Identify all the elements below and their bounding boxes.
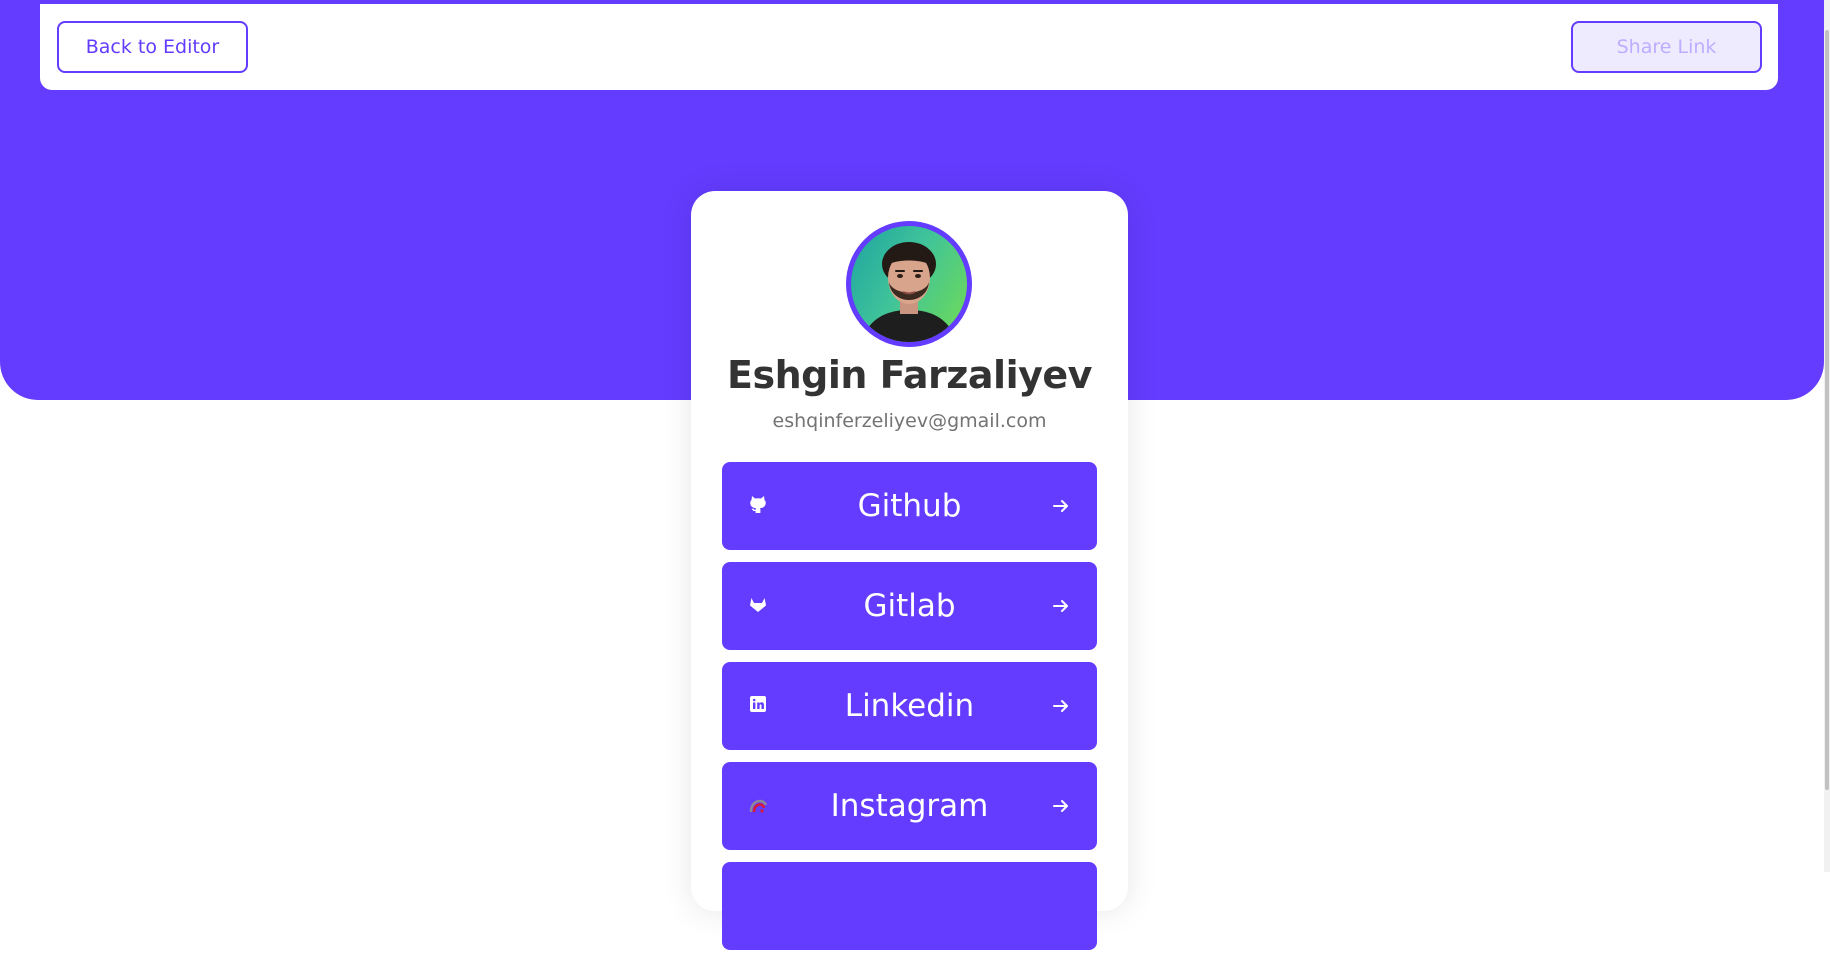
link-label: Gitlab (863, 588, 956, 624)
arrow-right-icon (1053, 800, 1068, 812)
scrollbar-thumb[interactable] (1825, 30, 1829, 790)
link-instagram[interactable]: Instagram (722, 762, 1097, 850)
arrow-right-icon (1053, 500, 1068, 512)
scrollbar[interactable] (1824, 0, 1830, 872)
back-to-editor-button[interactable]: Back to Editor (57, 21, 248, 73)
link-label: Github (857, 488, 962, 524)
link-linkedin[interactable]: Linkedin (722, 662, 1097, 750)
profile-preview-card: Eshgin Farzaliyev eshqinferzeliyev@gmail… (691, 191, 1128, 950)
share-link-button[interactable]: Share Link (1571, 21, 1762, 73)
profile-name: Eshgin Farzaliyev (727, 353, 1092, 397)
top-navbar: Back to Editor Share Link (40, 4, 1778, 90)
link-label: Linkedin (844, 688, 975, 724)
arrow-right-icon (1053, 600, 1068, 612)
arrow-right-icon (1053, 700, 1068, 712)
avatar (846, 221, 972, 347)
profile-email: eshqinferzeliyev@gmail.com (772, 410, 1047, 432)
link-partial[interactable] (722, 862, 1097, 950)
link-label: Instagram (830, 788, 989, 824)
links-list: Github Gitlab Linkedin Instagram (722, 462, 1097, 962)
profile-photo (861, 242, 957, 342)
link-gitlab[interactable]: Gitlab (722, 562, 1097, 650)
link-github[interactable]: Github (722, 462, 1097, 550)
